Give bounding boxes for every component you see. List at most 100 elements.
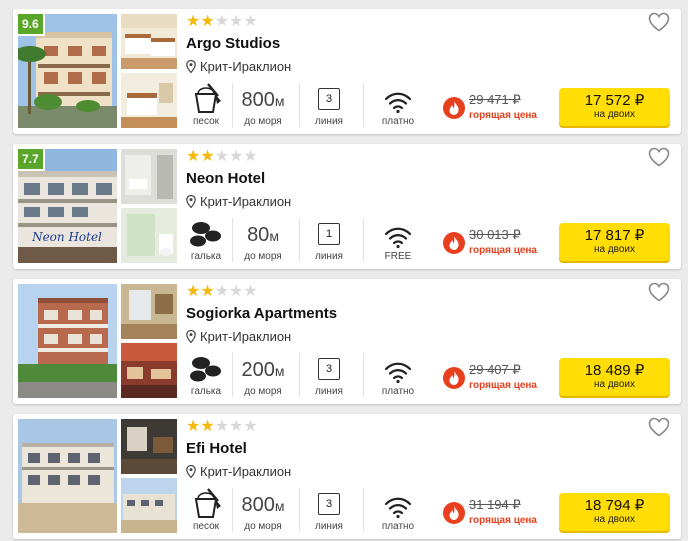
hot-price-block: 29 471 ₽ горящая цена — [443, 89, 555, 125]
star-empty-icon: ★ — [229, 283, 244, 300]
hot-price-label: горящая цена — [469, 245, 537, 256]
feature-divider — [299, 353, 300, 397]
feature-divider — [363, 488, 364, 532]
distance-value: 800м — [241, 89, 285, 111]
line-number: 3 — [318, 88, 340, 110]
beach-type: галька — [186, 352, 226, 398]
price-subtitle: на двоих — [593, 379, 636, 390]
wifi-info: платно — [368, 82, 428, 128]
beach-type: галька — [186, 217, 226, 263]
hotel-thumb-photo[interactable] — [121, 478, 177, 533]
hotel-card[interactable]: ★★★★★ Efi Hotel Крит-Ираклион песок 800м… — [13, 414, 681, 539]
line-label: линия — [315, 251, 343, 262]
hotel-card[interactable]: 9.6 ★★★★★ Argo Studios Крит-Ираклион пес… — [13, 9, 681, 134]
star-rating: ★★★★★ — [186, 13, 258, 31]
hotel-location: Крит-Ираклион — [186, 59, 291, 74]
heart-icon[interactable] — [648, 417, 670, 437]
line-number: 3 — [318, 493, 340, 515]
hot-price-label: горящая цена — [469, 515, 537, 526]
beach-type: песок — [186, 487, 226, 533]
price-button[interactable]: 17 572 ₽ на двоих — [559, 88, 670, 126]
price-subtitle: на двоих — [593, 514, 636, 525]
old-price: 29 407 ₽ — [469, 362, 521, 377]
star-empty-icon: ★ — [243, 283, 258, 300]
location-label: Крит-Ираклион — [200, 59, 292, 74]
wifi-label: платно — [381, 521, 415, 532]
old-price: 31 194 ₽ — [469, 497, 521, 512]
hotel-sign-text: Neon Hotel — [31, 230, 102, 244]
star-empty-icon: ★ — [243, 13, 258, 30]
pebble-icon — [189, 354, 223, 384]
line-number: 3 — [318, 358, 340, 380]
hotel-name[interactable]: Efi Hotel — [186, 440, 247, 457]
map-pin-icon — [186, 330, 196, 343]
location-label: Крит-Ираклион — [200, 329, 292, 344]
location-label: Крит-Ираклион — [200, 194, 292, 209]
hotel-card[interactable]: Neon Hotel 7.7 ★★★★★ Neon Hotel Крит-Ира… — [13, 144, 681, 269]
wifi-label: платно — [381, 386, 415, 397]
price-amount: 17 817 ₽ — [584, 227, 645, 244]
wifi-label: платно — [381, 116, 415, 127]
hotel-name[interactable]: Neon Hotel — [186, 170, 265, 187]
star-filled-icon: ★ — [186, 283, 201, 300]
beach-line: 3 линия — [303, 82, 355, 128]
wifi-icon — [384, 360, 412, 384]
wifi-icon — [384, 495, 412, 519]
star-filled-icon: ★ — [186, 148, 201, 165]
heart-icon[interactable] — [648, 147, 670, 167]
price-button[interactable]: 18 794 ₽ на двоих — [559, 493, 670, 531]
wifi-info: платно — [368, 352, 428, 398]
hotel-location: Крит-Ираклион — [186, 194, 291, 209]
hotel-main-photo[interactable] — [18, 284, 117, 398]
price-subtitle: на двоих — [593, 244, 636, 255]
feature-divider — [232, 218, 233, 262]
distance-value: 200м — [241, 359, 285, 381]
star-empty-icon: ★ — [214, 283, 230, 300]
beach-type: песок — [186, 82, 226, 128]
distance-value: 80м — [247, 224, 279, 246]
star-empty-icon: ★ — [214, 13, 230, 30]
star-filled-icon: ★ — [200, 148, 215, 165]
hot-price-label: горящая цена — [469, 110, 537, 121]
hotel-name[interactable]: Sogiorka Apartments — [186, 305, 337, 322]
price-button[interactable]: 17 817 ₽ на двоих — [559, 223, 670, 261]
star-rating: ★★★★★ — [186, 418, 258, 436]
hotel-thumb-photo[interactable] — [121, 73, 177, 128]
price-amount: 18 794 ₽ — [584, 497, 645, 514]
beach-line: 3 линия — [303, 352, 355, 398]
hotel-thumb-photo[interactable] — [121, 419, 177, 474]
wifi-label: FREE — [384, 251, 412, 262]
price-amount: 18 489 ₽ — [584, 362, 645, 379]
rating-badge: 7.7 — [18, 149, 45, 171]
hotel-main-photo[interactable]: 9.6 — [18, 14, 117, 128]
line-number: 1 — [318, 223, 340, 245]
hotel-card[interactable]: ★★★★★ Sogiorka Apartments Крит-Ираклион … — [13, 279, 681, 404]
star-empty-icon: ★ — [229, 13, 244, 30]
hotel-name[interactable]: Argo Studios — [186, 35, 280, 52]
star-empty-icon: ★ — [229, 418, 244, 435]
sand-bucket-icon — [190, 82, 222, 114]
star-empty-icon: ★ — [243, 148, 258, 165]
hotel-main-photo[interactable]: Neon Hotel 7.7 — [18, 149, 117, 263]
heart-icon[interactable] — [648, 282, 670, 302]
hotel-thumb-photo[interactable] — [121, 208, 177, 263]
feature-divider — [232, 83, 233, 127]
price-amount: 17 572 ₽ — [584, 92, 645, 109]
hotel-thumb-photo[interactable] — [121, 343, 177, 398]
star-rating: ★★★★★ — [186, 283, 258, 301]
feature-divider — [299, 218, 300, 262]
hotel-thumb-photo[interactable] — [121, 284, 177, 339]
price-button[interactable]: 18 489 ₽ на двоих — [559, 358, 670, 396]
line-label: линия — [315, 521, 343, 532]
beach-type-label: галька — [190, 386, 222, 397]
star-filled-icon: ★ — [186, 13, 201, 30]
feature-divider — [363, 218, 364, 262]
fire-icon — [443, 232, 465, 254]
heart-icon[interactable] — [648, 12, 670, 32]
hotel-thumb-photo[interactable] — [121, 14, 177, 69]
feature-divider — [363, 83, 364, 127]
map-pin-icon — [186, 465, 196, 478]
star-filled-icon: ★ — [200, 418, 215, 435]
hotel-thumb-photo[interactable] — [121, 149, 177, 204]
hotel-main-photo[interactable] — [18, 419, 117, 533]
